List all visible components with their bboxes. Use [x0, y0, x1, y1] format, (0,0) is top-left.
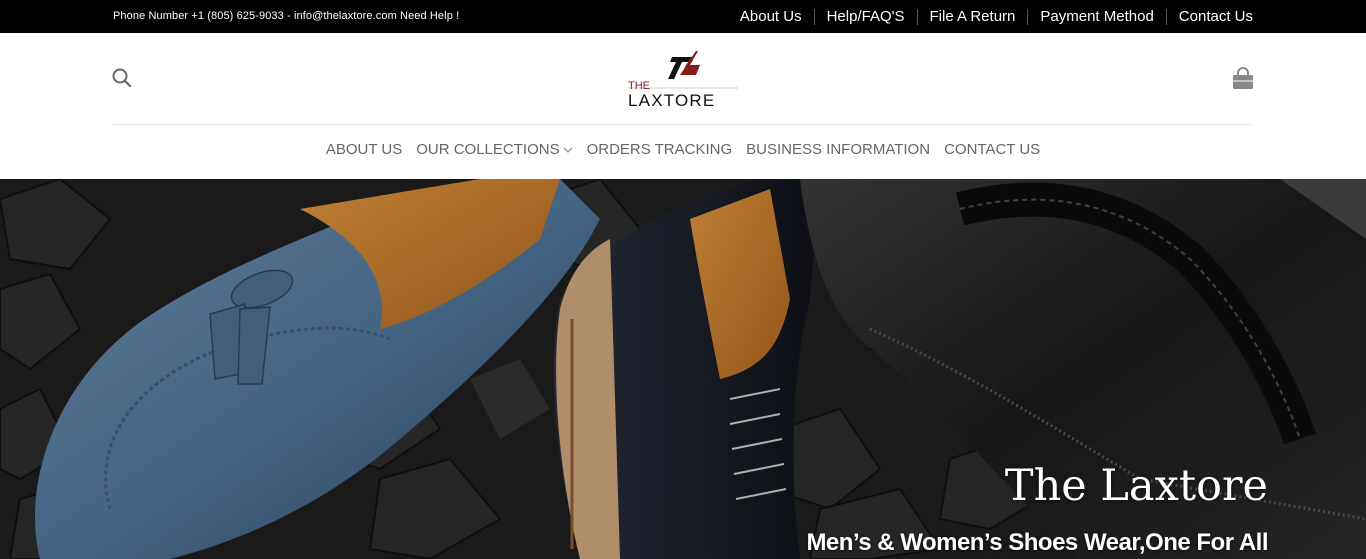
logo-text-main: LAXTORE	[628, 91, 715, 110]
top-nav: About Us Help/FAQ'S File A Return Paymen…	[728, 0, 1253, 33]
site-logo[interactable]: THE LAXTORE	[620, 49, 744, 111]
top-link-about-us[interactable]: About Us	[728, 8, 814, 25]
shopping-bag-icon[interactable]	[1230, 66, 1256, 92]
main-nav: ABOUT US OUR COLLECTIONS ORDERS TRACKING…	[0, 141, 1366, 158]
nav-our-collections-label: OUR COLLECTIONS	[416, 141, 560, 158]
hero-banner: The Laxtore Men’s & Women’s Shoes Wear,O…	[0, 179, 1366, 559]
top-bar: Phone Number +1 (805) 625-9033 - info@th…	[0, 0, 1366, 33]
nav-contact-us-label: CONTACT US	[944, 141, 1041, 158]
nav-orders-tracking[interactable]: ORDERS TRACKING	[580, 141, 740, 158]
hero-subtitle: Men’s & Women’s Shoes Wear,One For All	[806, 529, 1268, 556]
nav-orders-tracking-label: ORDERS TRACKING	[586, 141, 733, 158]
nav-contact-us[interactable]: CONTACT US	[937, 141, 1047, 158]
nav-our-collections[interactable]: OUR COLLECTIONS	[409, 141, 579, 158]
nav-about-us-label: ABOUT US	[325, 141, 403, 158]
header-divider	[113, 124, 1253, 125]
contact-info-text: Phone Number +1 (805) 625-9033 - info@th…	[113, 10, 460, 22]
nav-about-us[interactable]: ABOUT US	[319, 141, 409, 158]
chevron-down-icon	[563, 147, 573, 153]
hero-title: The Laxtore	[1004, 461, 1268, 511]
top-link-payment-method[interactable]: Payment Method	[1027, 8, 1165, 25]
top-link-contact-us[interactable]: Contact Us	[1165, 8, 1253, 25]
nav-business-information[interactable]: BUSINESS INFORMATION	[739, 141, 937, 158]
site-header: THE LAXTORE ABOUT US OUR COLLECTIONS ORD…	[0, 33, 1366, 179]
top-link-help-faq[interactable]: Help/FAQ'S	[813, 8, 917, 25]
nav-business-information-label: BUSINESS INFORMATION	[746, 141, 931, 158]
search-icon[interactable]	[110, 66, 134, 90]
top-link-file-return[interactable]: File A Return	[916, 8, 1028, 25]
